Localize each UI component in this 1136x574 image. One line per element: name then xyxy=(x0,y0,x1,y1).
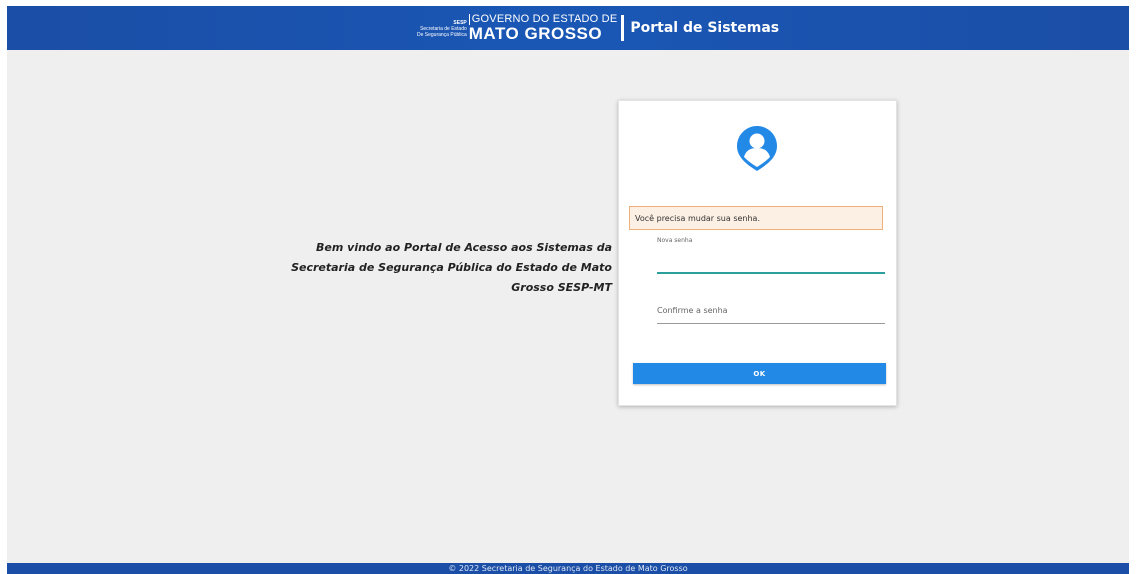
password-change-card: Você precisa mudar sua senha. Nova senha… xyxy=(618,100,897,406)
new-password-field: Nova senha xyxy=(657,237,885,274)
top-header-bar: SESP Secretaria de Estado De Segurança P… xyxy=(7,6,1129,50)
brand-gov-bottom-text: MATO GROSSO xyxy=(468,24,603,43)
footer-copyright: © 2022 Secretaria de Segurança do Estado… xyxy=(448,564,688,573)
user-location-icon xyxy=(737,126,777,172)
confirm-password-input[interactable] xyxy=(657,297,885,324)
brand-divider xyxy=(621,15,625,41)
app-frame: SESP Secretaria de Estado De Segurança P… xyxy=(7,6,1129,574)
portal-title: Portal de Sistemas xyxy=(630,20,780,36)
brand-secretaria: SESP Secretaria de Estado De Segurança P… xyxy=(417,20,467,38)
confirm-password-field xyxy=(657,297,885,324)
brand-secretaria-line2: De Segurança Pública xyxy=(417,32,467,38)
brand-logo: SESP Secretaria de Estado De Segurança P… xyxy=(417,12,779,44)
password-change-alert: Você precisa mudar sua senha. xyxy=(629,206,883,230)
new-password-input[interactable] xyxy=(657,247,885,274)
welcome-message: Bem vindo ao Portal de Acesso aos Sistem… xyxy=(291,241,612,294)
new-password-label: Nova senha xyxy=(657,237,693,244)
ok-button[interactable]: OK xyxy=(633,363,886,384)
footer-bar: © 2022 Secretaria de Segurança do Estado… xyxy=(7,563,1129,574)
brand-government: GOVERNO DO ESTADO DE MATO GROSSO xyxy=(468,14,618,43)
